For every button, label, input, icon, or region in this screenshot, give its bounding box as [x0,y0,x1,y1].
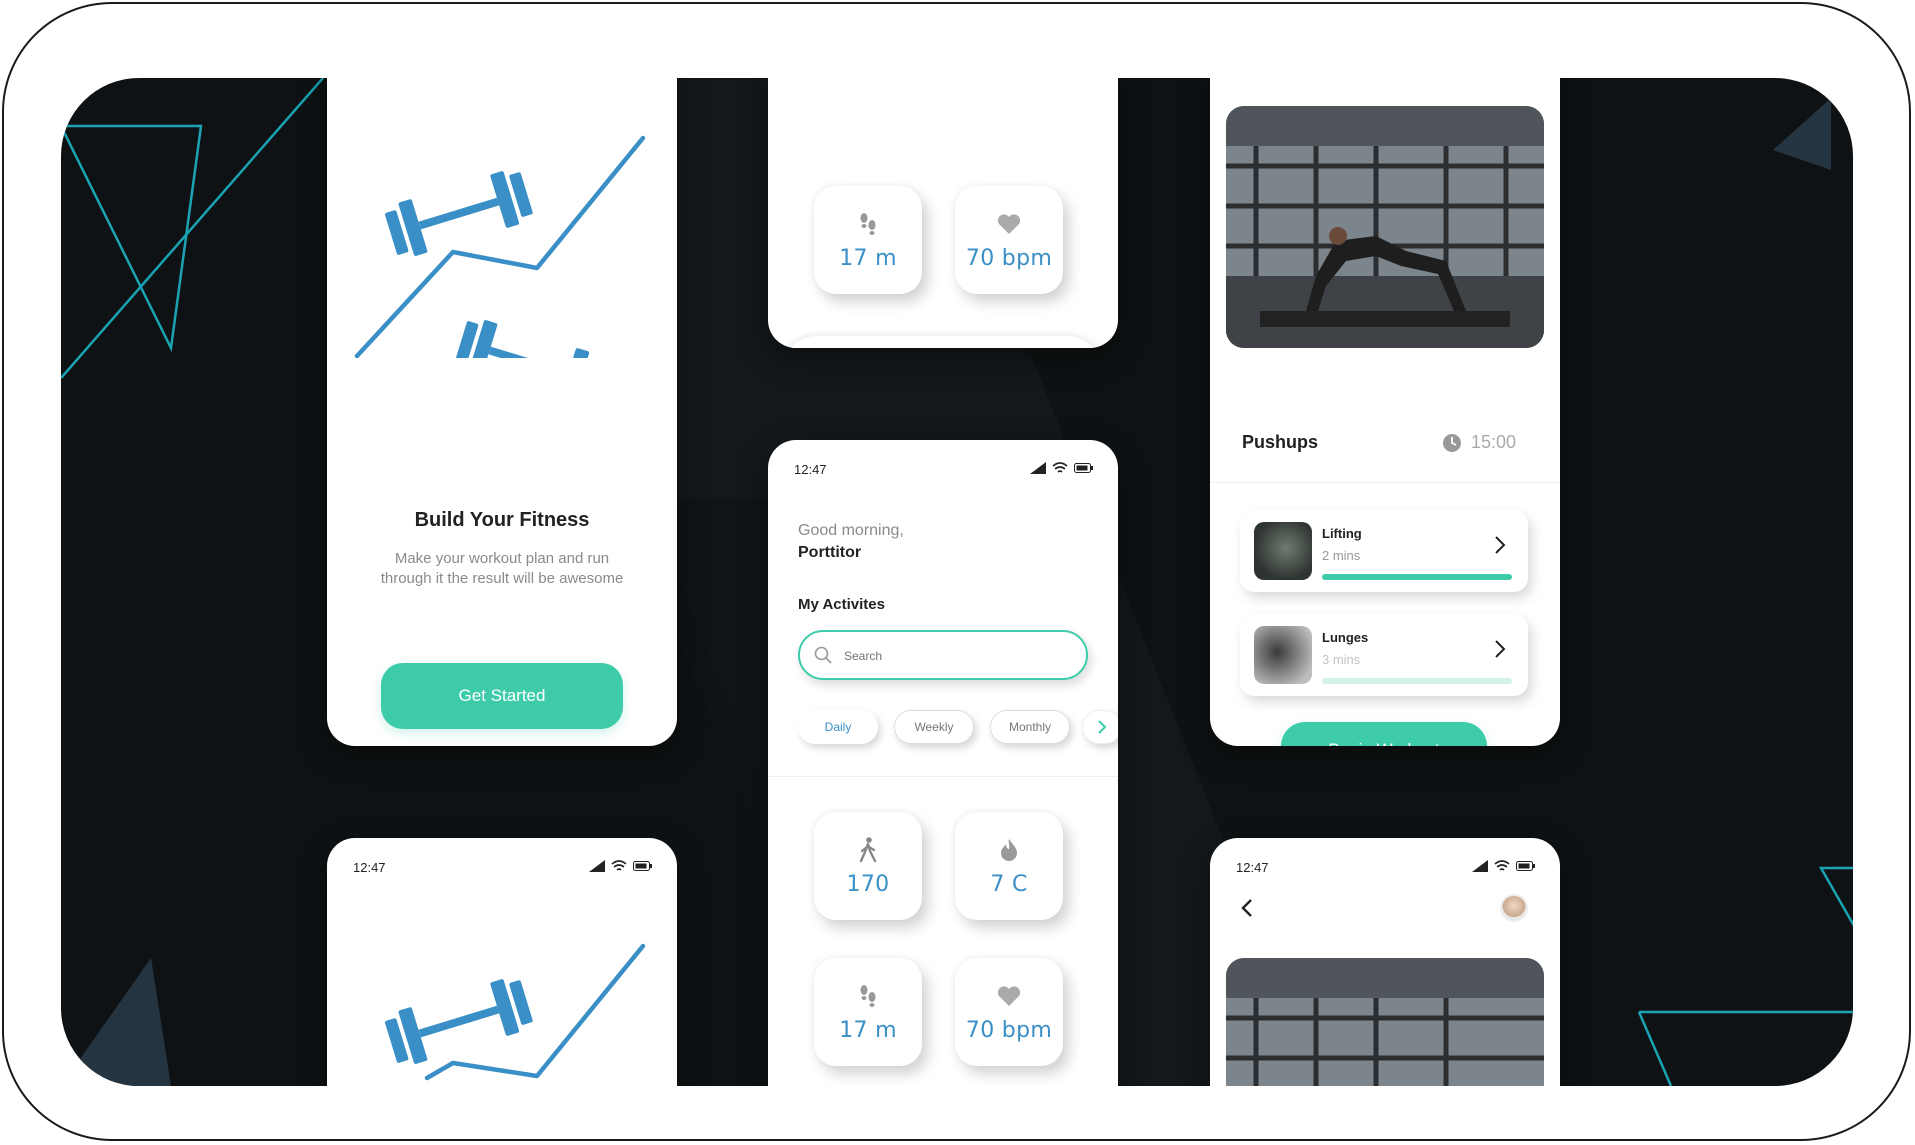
heart-icon [995,982,1023,1010]
fitness-illustration-repeat [384,943,646,1081]
battery-icon [1516,861,1535,871]
tabs-next-button[interactable] [1082,710,1118,744]
status-icons [1030,462,1094,474]
walking-icon [854,836,882,864]
stat-value: 70 bpm [965,245,1053,271]
chevron-right-icon [1098,720,1107,734]
stat-value: 7 C [990,871,1028,897]
wifi-icon [1052,462,1068,473]
home-activities-screen: 12:47 Good morning, Porttitor My Activit… [768,440,1118,1086]
stat-value: 17 m [839,245,897,271]
workout-photo [1226,106,1544,348]
stat-value: 70 bpm [965,1017,1053,1043]
workout-title: Pushups [1242,432,1319,452]
onboarding-subtitle-line1: Make your workout plan and run [394,550,610,567]
exercise-name: Lunges [1322,630,1369,645]
exercise-duration: 3 mins [1322,652,1361,667]
search-icon [814,646,832,664]
exercise-card-lunges[interactable]: Lunges 3 mins [1240,614,1528,696]
heart-icon [995,210,1023,238]
fitness-illustration [354,135,646,358]
exercise-progress [1322,574,1512,580]
divider [1210,482,1560,483]
onboarding-screen-repeat: 12:47 [327,838,677,1086]
status-time: 12:47 [1236,860,1269,875]
workout-duration: 15:00 [1471,432,1517,452]
clock-icon [1443,434,1461,452]
avatar[interactable] [1500,894,1528,922]
stat-card-heart: 70 bpm [955,186,1063,294]
wifi-icon [1494,860,1510,871]
exercise-duration: 2 mins [1322,548,1361,563]
chevron-right-icon [1495,536,1506,554]
exercise-thumbnail [1254,626,1312,684]
pushups-image [1226,958,1544,1086]
chevron-right-icon [1495,640,1506,658]
showcase-canvas: Build Your Fitness Make your workout pla… [61,78,1853,1086]
stat-card-heart: 70 bpm [955,958,1063,1066]
footsteps-icon [854,210,882,238]
onboarding-subtitle-line2: through it the result will be awesome [380,570,624,587]
stat-card-distance: 17 m [814,186,922,294]
stat-card-calories: 7 C [955,812,1063,920]
exercise-card-lifting[interactable]: Lifting 2 mins [1240,510,1528,592]
footsteps-icon [854,982,882,1010]
section-title: My Activites [798,596,885,613]
flame-icon [995,836,1023,864]
status-icons [1472,860,1536,872]
signal-icon [1472,860,1488,872]
battery-icon [1074,463,1093,473]
back-icon[interactable] [1240,898,1254,918]
divider [768,776,1118,777]
search-box[interactable] [798,630,1088,680]
exercise-progress [1322,678,1512,684]
tab-weekly[interactable]: Weekly [894,710,974,744]
workout-detail-screen: Pushups 15:00 Lifting 2 mins Lunges 3 mi… [1210,78,1560,746]
workout-photo [1226,958,1544,1086]
signal-icon [1030,462,1046,474]
status-time: 12:47 [794,462,827,477]
get-started-button[interactable]: Get Started [381,663,623,729]
exercise-name: Lifting [1322,526,1362,541]
begin-workout-button[interactable]: Begin Workout [1281,722,1487,746]
stat-value: 170 [846,871,890,897]
stat-value: 17 m [839,1017,897,1043]
stat-card-steps: 170 [814,812,922,920]
search-input[interactable] [844,646,1064,666]
stat-card-distance: 17 m [814,958,922,1066]
onboarding-screen: Build Your Fitness Make your workout pla… [327,78,677,746]
pushups-image [1226,106,1544,348]
exercise-thumbnail [1254,522,1312,580]
stats-screen-fragment: 17 m 70 bpm [768,78,1118,348]
user-name: Porttitor [798,544,862,561]
onboarding-title: Build Your Fitness [414,509,590,531]
bottom-nav-bar [782,336,1102,348]
workout-detail-screen-repeat: 12:47 [1210,838,1560,1086]
tab-monthly[interactable]: Monthly [990,710,1070,744]
greeting: Good morning, [798,522,904,539]
tab-daily[interactable]: Daily [798,710,878,744]
